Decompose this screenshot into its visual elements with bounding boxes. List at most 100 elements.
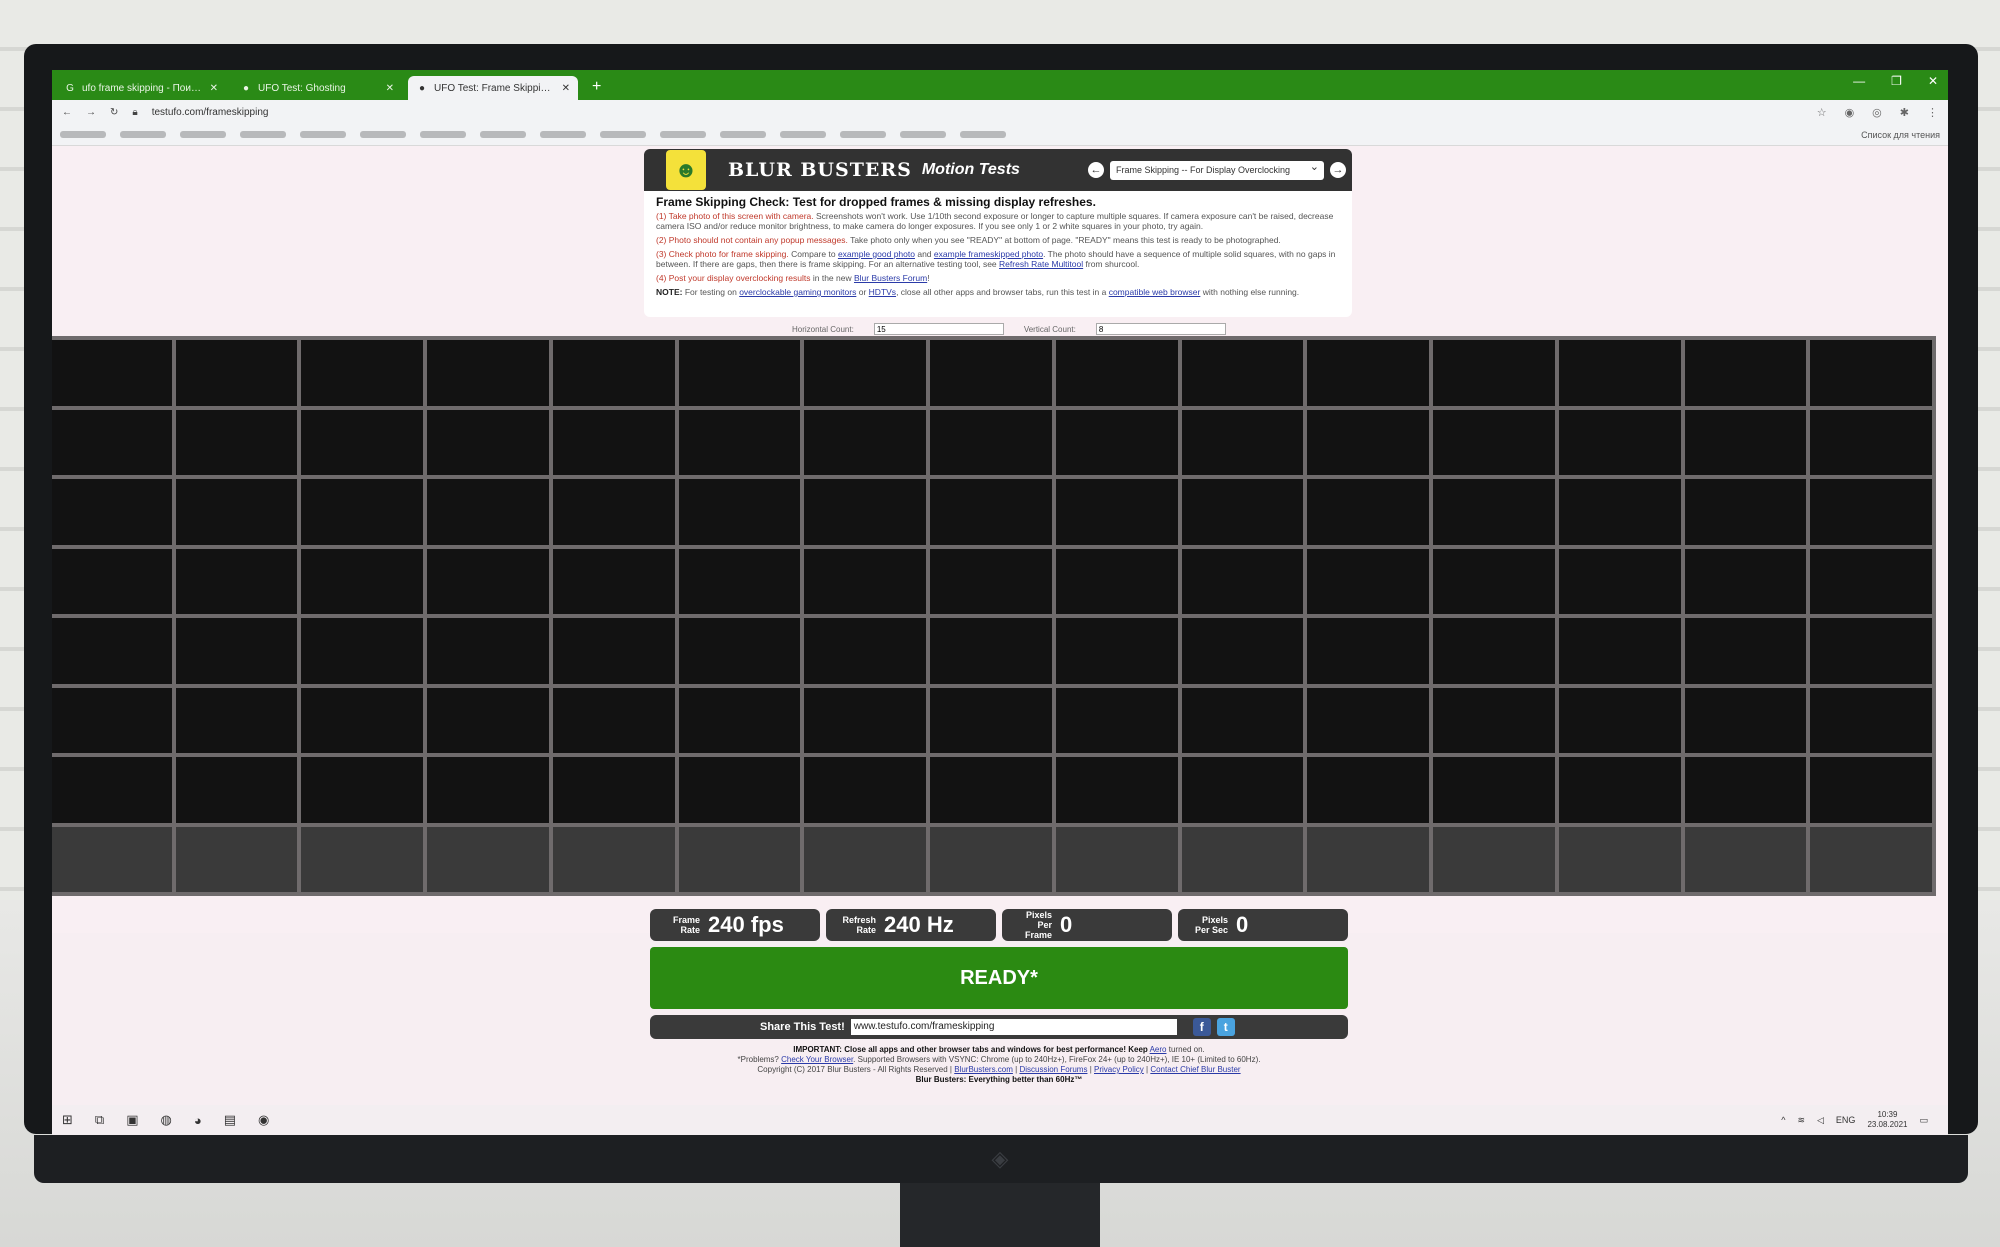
- close-icon[interactable]: ✕: [386, 83, 394, 94]
- grid-cell: [1055, 479, 1178, 545]
- horizontal-count-input[interactable]: [873, 323, 1004, 335]
- bookmark-item[interactable]: [180, 131, 226, 138]
- puzzle-icon[interactable]: ✱: [1900, 106, 1909, 119]
- grid-cell: [552, 340, 675, 406]
- restore-icon[interactable]: ❐: [1891, 74, 1902, 88]
- bookmark-item[interactable]: [240, 131, 286, 138]
- close-icon[interactable]: ✕: [562, 83, 570, 94]
- language-indicator[interactable]: ENG: [1836, 1115, 1856, 1125]
- bookmark-item[interactable]: [840, 131, 886, 138]
- bookmark-item[interactable]: [420, 131, 466, 138]
- minimize-icon[interactable]: —: [1853, 74, 1865, 88]
- volume-icon[interactable]: ◁: [1817, 1115, 1824, 1126]
- bookmark-item[interactable]: [660, 131, 706, 138]
- note: NOTE: For testing on overclockable gamin…: [656, 287, 1300, 297]
- check-browser-link[interactable]: Check Your Browser: [781, 1055, 853, 1064]
- forward-icon[interactable]: →: [86, 107, 96, 118]
- whatsapp-icon[interactable]: ◍: [161, 1112, 172, 1128]
- bookmark-item[interactable]: [60, 131, 106, 138]
- grid-cell: [678, 548, 801, 614]
- test-select[interactable]: Frame Skipping -- For Display Overclocki…: [1110, 158, 1324, 180]
- grid-cell: [804, 340, 927, 406]
- network-icon[interactable]: ≋: [1797, 1115, 1805, 1126]
- contact-link[interactable]: Contact Chief Blur Buster: [1150, 1065, 1240, 1074]
- grid-cell: [552, 409, 675, 475]
- new-tab-button[interactable]: +: [584, 76, 609, 100]
- bookmark-item[interactable]: [480, 131, 526, 138]
- clock[interactable]: 10:39 23.08.2021: [1867, 1110, 1907, 1130]
- page-footer: IMPORTANT: Close all apps and other brow…: [650, 1045, 1348, 1085]
- reload-icon[interactable]: ↻: [110, 107, 118, 118]
- prev-test-icon[interactable]: ←: [1088, 162, 1104, 178]
- menu-icon[interactable]: ⋮: [1927, 106, 1938, 119]
- extension-icon[interactable]: ◎: [1872, 106, 1882, 119]
- bookmark-item[interactable]: [300, 131, 346, 138]
- windows-start-icon[interactable]: ⊞: [62, 1112, 73, 1128]
- bookmark-item[interactable]: [360, 131, 406, 138]
- blurbusters-link[interactable]: BlurBusters.com: [954, 1065, 1013, 1074]
- forum-link[interactable]: Blur Busters Forum: [854, 273, 927, 283]
- grid-cell: [1810, 548, 1932, 614]
- twitter-icon[interactable]: t: [1216, 1018, 1235, 1036]
- task-view-icon[interactable]: ⧉: [95, 1112, 104, 1128]
- notion-icon[interactable]: ▣: [126, 1112, 138, 1128]
- grid-cell-lit: [427, 826, 549, 892]
- stat-pixels-per-frame: Pixels Per Frame 0: [1002, 909, 1172, 941]
- chrome-icon[interactable]: ◉: [258, 1112, 269, 1128]
- ready-button[interactable]: READY*: [650, 947, 1348, 1009]
- frameskipped-photo-link[interactable]: example frameskipped photo: [934, 249, 1043, 259]
- multitool-link[interactable]: Refresh Rate Multitool: [999, 259, 1083, 269]
- grid-cell: [1055, 409, 1178, 475]
- grid-cell: [175, 409, 298, 475]
- close-icon[interactable]: ✕: [210, 83, 218, 94]
- grid-cell: [1181, 687, 1304, 753]
- grid-cell: [1684, 757, 1807, 823]
- hdtvs-link[interactable]: HDTVs: [869, 287, 896, 297]
- reading-list[interactable]: Список для чтения: [1861, 130, 1940, 140]
- share-url-field[interactable]: www.testufo.com/frameskipping: [850, 1019, 1177, 1035]
- grid-cell: [1810, 340, 1932, 406]
- chevron-up-icon[interactable]: ^: [1781, 1115, 1785, 1125]
- privacy-link[interactable]: Privacy Policy: [1094, 1065, 1144, 1074]
- tab-frame-skipping[interactable]: ● UFO Test: Frame Skipping Check ✕: [408, 76, 578, 100]
- close-window-icon[interactable]: ✕: [1928, 74, 1938, 88]
- bookmark-item[interactable]: [960, 131, 1006, 138]
- grid-cell: [427, 340, 549, 406]
- bookmark-item[interactable]: [600, 131, 646, 138]
- firefox-icon[interactable]: ◕: [194, 1113, 202, 1128]
- grid-cell: [1181, 340, 1304, 406]
- url-field[interactable]: testufo.com/frameskipping: [152, 107, 269, 118]
- grid-cell: [804, 618, 927, 684]
- grid-cell: [1684, 687, 1807, 753]
- bookmark-item[interactable]: [780, 131, 826, 138]
- extension-icon[interactable]: ◉: [1845, 106, 1855, 119]
- good-photo-link[interactable]: example good photo: [838, 249, 915, 259]
- ufo-mascot-icon: ☻: [666, 150, 706, 190]
- facebook-icon[interactable]: f: [1192, 1018, 1211, 1036]
- page-content: ☻ BLUR BUSTERS Motion Tests ← Frame Skip…: [52, 146, 1948, 1084]
- back-icon[interactable]: ←: [62, 107, 72, 118]
- vertical-count-input[interactable]: [1095, 323, 1226, 335]
- grid-cell: [1558, 409, 1681, 475]
- bookmark-item[interactable]: [720, 131, 766, 138]
- bookmark-item[interactable]: [900, 131, 946, 138]
- compatible-browser-link[interactable]: compatible web browser: [1109, 287, 1201, 297]
- next-test-icon[interactable]: →: [1330, 162, 1346, 178]
- gaming-monitors-link[interactable]: overclockable gaming monitors: [739, 287, 856, 297]
- star-icon[interactable]: ☆: [1817, 106, 1827, 119]
- tab-ghosting[interactable]: ● UFO Test: Ghosting ✕: [232, 76, 402, 100]
- forums-link[interactable]: Discussion Forums: [1019, 1065, 1087, 1074]
- folder-icon[interactable]: ▤: [224, 1112, 236, 1128]
- stat-pixels-per-sec: Pixels Per Sec 0: [1178, 909, 1348, 941]
- bookmark-item[interactable]: [120, 131, 166, 138]
- grid-cell: [52, 409, 172, 475]
- notification-icon[interactable]: ▭: [1919, 1115, 1928, 1126]
- tab-search[interactable]: G ufo frame skipping - Поиск в Go ✕: [56, 76, 226, 100]
- monitor-stand: [900, 1183, 1100, 1247]
- browser-tabbar: G ufo frame skipping - Поиск в Go ✕ ● UF…: [52, 70, 1948, 100]
- bookmark-item[interactable]: [540, 131, 586, 138]
- grid-cell: [1307, 687, 1430, 753]
- aero-link[interactable]: Aero: [1150, 1045, 1167, 1054]
- grid-cell: [1055, 340, 1178, 406]
- grid-cell: [678, 340, 801, 406]
